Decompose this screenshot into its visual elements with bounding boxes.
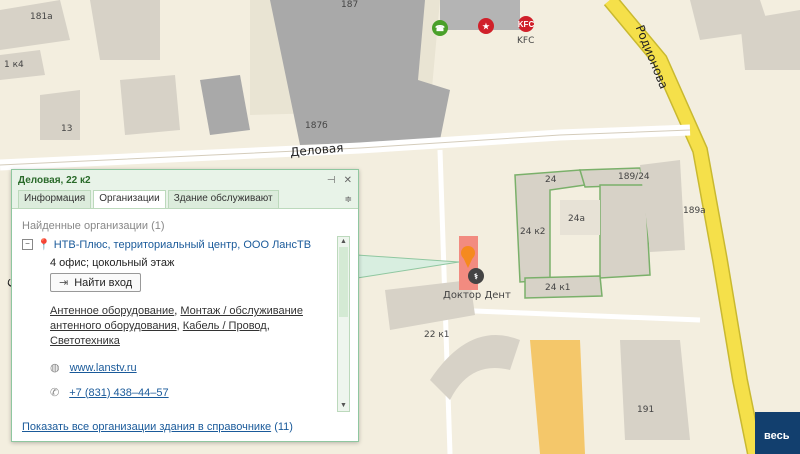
show-all-orgs-link[interactable]: Показать все организации здания в справо… [22, 421, 271, 433]
category-link[interactable]: Светотехника [50, 335, 120, 347]
org-name[interactable]: НТВ-Плюс, территориальный центр, ООО Лан… [54, 239, 311, 251]
scroll-thumb[interactable] [339, 247, 348, 317]
phone-link[interactable]: +7 (831) 438–44–57 [69, 387, 168, 399]
building-right-2 [740, 10, 800, 70]
building-number: 22 к1 [424, 330, 450, 340]
pin-blue-icon: 📍 [37, 239, 51, 251]
star-icon[interactable]: ★ [478, 18, 494, 34]
globe-icon: ◍ [50, 362, 60, 374]
tab-organizations[interactable]: Организации [93, 190, 166, 208]
scroll-down-icon[interactable]: ▼ [338, 401, 349, 411]
collapse-icon[interactable]: − [22, 239, 33, 250]
dentist-icon[interactable]: ⚕ [468, 268, 484, 284]
building-number: 189/24 [618, 172, 650, 182]
building-number: 189а [683, 206, 706, 216]
building-number: 187 [341, 0, 359, 10]
panel-tabs: Информация Организации Здание обслуживаю… [12, 190, 358, 209]
phone-row: ✆ +7 (831) 438–44–57 [50, 386, 342, 400]
kfc-icon[interactable]: KFC [518, 16, 534, 32]
corner-button[interactable]: весь [755, 412, 800, 454]
building-left-2 [90, 0, 160, 60]
panel-header: Деловая, 22 к2 ⊣ ✕ [12, 170, 358, 190]
building-number: 1 к4 [4, 60, 24, 70]
building-number: 13 [61, 124, 73, 134]
show-all-orgs-count: (11) [274, 421, 293, 433]
scroll-up-icon[interactable]: ▲ [338, 237, 349, 247]
panel-content: Найденные организации (1) − 📍 НТВ-Плюс, … [12, 210, 358, 417]
panel-scrollbar[interactable]: ▲ ▼ [337, 236, 350, 412]
building-191 [620, 340, 690, 440]
building-number: 191 [637, 405, 655, 415]
website-link[interactable]: www.lanstv.ru [70, 362, 137, 374]
org-categories: Антенное оборудование, Монтаж / обслужив… [50, 305, 303, 347]
building-24-right [599, 184, 651, 279]
panel-title: Деловая, 22 к2 [18, 174, 91, 186]
corner-button-label: весь [764, 430, 790, 442]
building-number: 187б [305, 121, 328, 131]
building-number: 24 к1 [545, 283, 571, 293]
org-address: 4 офис; цокольный этаж [50, 257, 175, 269]
find-entrance-button[interactable]: ⇥ Найти вход [50, 273, 142, 292]
org-item[interactable]: − 📍 НТВ-Плюс, территориальный центр, ООО… [22, 238, 342, 251]
tab-building-service[interactable]: Здание обслуживают [167, 190, 279, 208]
building-number: 24 [545, 175, 557, 185]
tab-info[interactable]: Информация [18, 190, 92, 208]
category-link[interactable]: Кабель / Провод [183, 320, 267, 332]
building-number: 24 к2 [520, 227, 546, 237]
building-left-4 [120, 75, 180, 135]
info-panel: Деловая, 22 к2 ⊣ ✕ Информация Организаци… [11, 169, 359, 442]
found-count: Найденные организации (1) [22, 220, 165, 232]
pin-icon[interactable]: ⊣ [327, 175, 336, 186]
phone-handset-icon: ✆ [50, 387, 60, 399]
entrance-icon: ⇥ [59, 277, 69, 289]
building-number: 24а [568, 214, 585, 224]
poi-label-doctor: Доктор Дент [443, 290, 511, 301]
poi-label-kfc: KFC [517, 36, 535, 46]
building-13 [40, 90, 80, 140]
category-link[interactable]: Антенное оборудование [50, 305, 174, 317]
building-number: 181а [30, 12, 53, 22]
website-row: ◍ www.lanstv.ru [50, 361, 342, 375]
close-icon[interactable]: ✕ [344, 175, 352, 186]
panel-footer: Показать все организации здания в справо… [22, 421, 293, 433]
phone-icon[interactable]: ☎ [432, 20, 448, 36]
tabs-menu-icon[interactable]: ≑ [344, 194, 352, 205]
find-entrance-label: Найти вход [74, 276, 133, 289]
